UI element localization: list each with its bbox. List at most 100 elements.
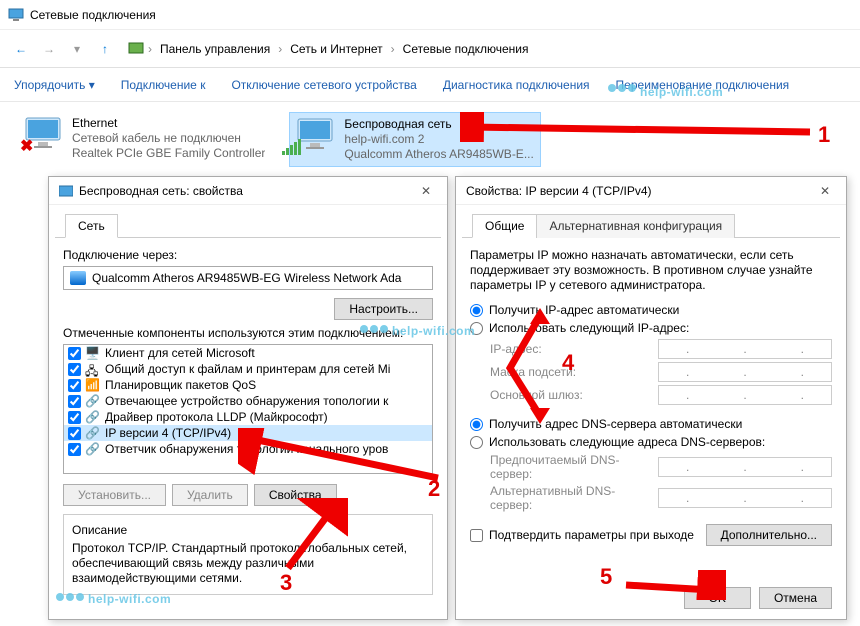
network-icon <box>8 7 24 23</box>
dialog-titlebar: Беспроводная сеть: свойства ✕ <box>49 177 447 205</box>
dialog-title: Свойства: IP версии 4 (TCP/IPv4) <box>466 184 652 198</box>
breadcrumb-mid[interactable]: Сеть и Интернет <box>286 42 386 56</box>
up-button[interactable]: ↑ <box>92 36 118 62</box>
dialog-title: Беспроводная сеть: свойства <box>79 184 243 198</box>
window-title: Сетевые подключения <box>30 8 156 22</box>
configure-button[interactable]: Настроить... <box>334 298 433 320</box>
connect-via-label: Подключение через: <box>63 248 433 262</box>
dialog-tabs: Общие Альтернативная конфигурация <box>462 205 840 238</box>
protocol-icon: 🔗 <box>85 410 101 424</box>
list-item[interactable]: 🔗Ответчик обнаружения топологии канально… <box>64 441 432 457</box>
wifi-icon <box>296 117 336 155</box>
annotation-3: 3 <box>280 570 292 596</box>
forward-button[interactable]: → <box>36 36 62 62</box>
annotation-1: 1 <box>818 122 830 148</box>
client-icon: 🖥️ <box>85 346 101 360</box>
tab-general[interactable]: Общие <box>472 214 537 238</box>
protocol-icon: 🔗 <box>85 442 101 456</box>
organize-menu[interactable]: Упорядочить ▾ <box>14 78 95 92</box>
properties-button[interactable]: Свойства <box>254 484 337 506</box>
checkbox[interactable] <box>68 395 81 408</box>
connection-status: Сетевой кабель не подключен <box>72 131 265 146</box>
connection-device: Qualcomm Atheros AR9485WB-E... <box>344 147 533 162</box>
disconnected-icon: ✖ <box>20 136 33 156</box>
cancel-button[interactable]: Отмена <box>759 587 832 609</box>
components-label: Отмеченные компоненты используются этим … <box>63 326 433 340</box>
ethernet-icon: ✖ <box>24 116 64 154</box>
dns1-label: Предпочитаемый DNS-сервер: <box>490 453 650 481</box>
list-item[interactable]: 🖧Общий доступ к файлам и принтерам для с… <box>64 361 432 377</box>
diagnose-link[interactable]: Диагностика подключения <box>443 78 590 92</box>
dns1-field: ... <box>658 457 832 477</box>
confirm-checkbox[interactable]: Подтвердить параметры при выходе Дополни… <box>470 524 832 546</box>
nav-bar: ← → ▾ ↑ › Панель управления › Сеть и Инт… <box>0 30 860 68</box>
tab-network[interactable]: Сеть <box>65 214 118 238</box>
dns2-field: ... <box>658 488 832 508</box>
dialog-tabs: Сеть <box>55 205 441 238</box>
radio-dns-manual[interactable]: Использовать следующие адреса DNS-сервер… <box>470 435 832 449</box>
connection-wifi[interactable]: Беспроводная сеть help-wifi.com 2 Qualco… <box>289 112 540 167</box>
checkbox[interactable] <box>68 411 81 424</box>
connection-status: help-wifi.com 2 <box>344 132 533 147</box>
signal-bars-icon <box>282 139 301 155</box>
rename-link[interactable]: Переименование подключения <box>616 78 790 92</box>
description-title: Описание <box>72 523 424 537</box>
adapter-icon <box>59 184 73 198</box>
components-list[interactable]: 🖥️Клиент для сетей Microsoft 🖧Общий дост… <box>63 344 433 474</box>
connections-area: ✖ Ethernet Сетевой кабель не подключен R… <box>0 102 860 177</box>
description-group: Описание Протокол TCP/IP. Стандартный пр… <box>63 514 433 595</box>
remove-button[interactable]: Удалить <box>172 484 248 506</box>
breadcrumb-leaf[interactable]: Сетевые подключения <box>399 42 533 56</box>
connection-name: Ethernet <box>72 116 265 131</box>
radio-ip-manual[interactable]: Использовать следующий IP-адрес: <box>470 321 832 335</box>
radio-ip-auto[interactable]: Получить IP-адрес автоматически <box>470 303 832 317</box>
adapter-field: Qualcomm Atheros AR9485WB-EG Wireless Ne… <box>63 266 433 290</box>
connection-name: Беспроводная сеть <box>344 117 533 132</box>
checkbox[interactable] <box>68 427 81 440</box>
mask-field: ... <box>658 362 832 382</box>
gateway-field: ... <box>658 385 832 405</box>
list-item[interactable]: 🔗Отвечающее устройство обнаружения топол… <box>64 393 432 409</box>
list-item[interactable]: 🖥️Клиент для сетей Microsoft <box>64 345 432 361</box>
toolbar: Упорядочить ▾ Подключение к Отключение с… <box>0 68 860 102</box>
wifi-properties-dialog: Беспроводная сеть: свойства ✕ Сеть Подкл… <box>48 176 448 620</box>
window-titlebar: Сетевые подключения <box>0 0 860 30</box>
back-button[interactable]: ← <box>8 36 34 62</box>
annotation-2: 2 <box>428 476 440 502</box>
close-button[interactable]: ✕ <box>814 184 836 198</box>
close-button[interactable]: ✕ <box>415 184 437 198</box>
intro-text: Параметры IP можно назначать автоматичес… <box>470 248 832 293</box>
checkbox[interactable] <box>68 443 81 456</box>
description-text: Протокол TCP/IP. Стандартный протокол гл… <box>72 541 424 586</box>
breadcrumb-root[interactable]: Панель управления <box>156 42 274 56</box>
disable-device-link[interactable]: Отключение сетевого устройства <box>231 78 416 92</box>
advanced-button[interactable]: Дополнительно... <box>706 524 832 546</box>
nic-icon <box>70 271 86 285</box>
list-item[interactable]: 📶Планировщик пакетов QoS <box>64 377 432 393</box>
qos-icon: 📶 <box>85 378 101 392</box>
connection-device: Realtek PCIe GBE Family Controller <box>72 146 265 161</box>
list-item-ipv4[interactable]: 🔗IP версии 4 (TCP/IPv4) <box>64 425 432 441</box>
control-panel-icon <box>128 41 144 57</box>
recent-button[interactable]: ▾ <box>64 36 90 62</box>
list-item[interactable]: 🔗Драйвер протокола LLDP (Майкрософт) <box>64 409 432 425</box>
ipv4-properties-dialog: Свойства: IP версии 4 (TCP/IPv4) ✕ Общие… <box>455 176 847 620</box>
protocol-icon: 🔗 <box>85 394 101 408</box>
ok-button[interactable]: OK <box>684 587 751 609</box>
radio-dns-auto[interactable]: Получить адрес DNS-сервера автоматически <box>470 417 832 431</box>
connect-to-link[interactable]: Подключение к <box>121 78 206 92</box>
share-icon: 🖧 <box>85 362 101 376</box>
annotation-4: 4 <box>562 350 574 376</box>
gateway-label: Основной шлюз: <box>490 388 650 402</box>
breadcrumb[interactable]: › Панель управления › Сеть и Интернет › … <box>128 41 532 57</box>
annotation-5: 5 <box>600 564 612 590</box>
checkbox[interactable] <box>68 363 81 376</box>
dns2-label: Альтернативный DNS-сервер: <box>490 484 650 512</box>
connection-ethernet[interactable]: ✖ Ethernet Сетевой кабель не подключен R… <box>18 112 271 167</box>
ip-address-field: ... <box>658 339 832 359</box>
checkbox[interactable] <box>68 347 81 360</box>
checkbox[interactable] <box>68 379 81 392</box>
dialog-titlebar: Свойства: IP версии 4 (TCP/IPv4) ✕ <box>456 177 846 205</box>
install-button[interactable]: Установить... <box>63 484 166 506</box>
tab-alternative[interactable]: Альтернативная конфигурация <box>536 214 735 238</box>
